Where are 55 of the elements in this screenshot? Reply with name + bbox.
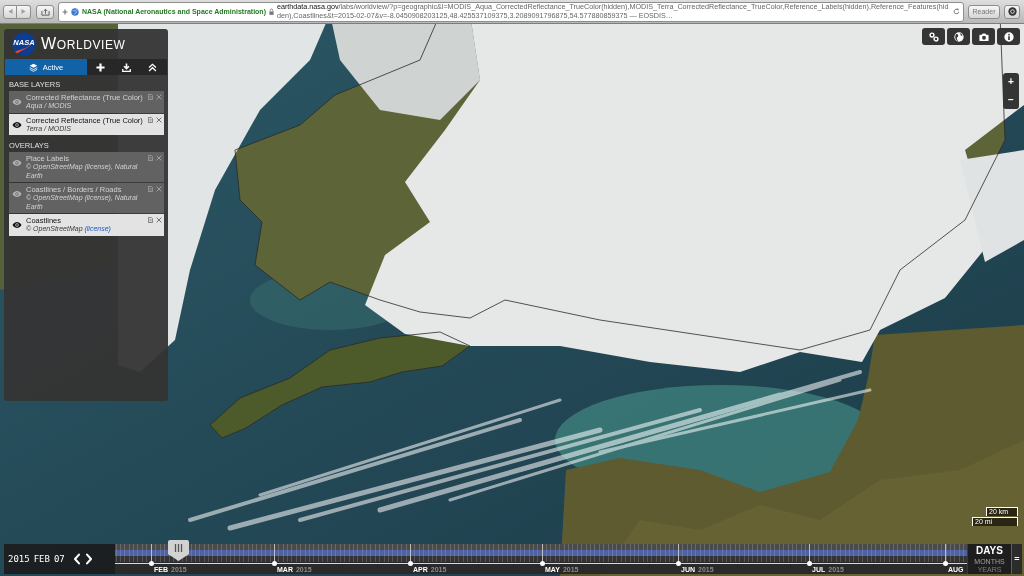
date-field[interactable]: FEB <box>31 552 52 566</box>
link-button[interactable] <box>922 28 945 45</box>
month-marker-icon <box>149 561 154 566</box>
link-icon <box>928 31 939 42</box>
month-marker-icon <box>943 561 948 566</box>
lock-icon <box>268 8 274 15</box>
globe-button[interactable] <box>947 28 970 45</box>
timeline-toggle-button[interactable]: = <box>1012 544 1022 574</box>
close-icon[interactable] <box>156 217 162 223</box>
month-marker-icon <box>272 561 277 566</box>
date-field[interactable]: 07 <box>51 552 67 566</box>
back-arrow-icon <box>7 9 13 14</box>
month-marker-icon <box>676 561 681 566</box>
page-icon[interactable] <box>148 155 153 161</box>
globe-icon <box>953 31 964 42</box>
plus-icon <box>95 62 105 72</box>
chevron-left-icon <box>72 553 81 565</box>
zoom-button[interactable]: + <box>1003 73 1019 91</box>
forward-button[interactable] <box>17 4 31 19</box>
close-icon[interactable] <box>156 116 162 123</box>
zoom-level-option[interactable]: DAYS <box>976 546 1003 556</box>
toolbar-button[interactable] <box>1004 4 1020 19</box>
page-icon[interactable] <box>148 94 153 100</box>
back-button[interactable] <box>3 4 17 19</box>
address-field[interactable] <box>58 1 964 22</box>
share-button[interactable] <box>36 4 54 19</box>
page-icon[interactable] <box>148 217 153 223</box>
close-icon[interactable] <box>156 155 162 161</box>
month-marker-icon <box>807 561 812 566</box>
close-icon[interactable] <box>156 186 162 192</box>
download-icon <box>121 62 131 72</box>
chevron-right-icon <box>84 553 93 565</box>
app-title: WORLDVIEW <box>41 35 126 53</box>
timeline-handle[interactable] <box>167 540 189 561</box>
globe-icon <box>71 7 79 16</box>
refresh-icon[interactable] <box>953 8 960 15</box>
page-icon[interactable] <box>148 186 153 192</box>
date-field[interactable]: 2015 <box>6 552 32 566</box>
circle-icon <box>1007 7 1017 16</box>
share-icon <box>40 7 50 16</box>
camera-icon <box>978 31 989 42</box>
camera-button[interactable] <box>972 28 995 45</box>
layers-icon <box>28 62 38 72</box>
close-icon[interactable] <box>156 94 162 100</box>
eye-icon[interactable] <box>12 222 22 228</box>
chevrons-up-icon <box>147 62 157 72</box>
month-marker-icon <box>408 561 413 566</box>
zoom-button[interactable]: − <box>1003 91 1019 109</box>
eye-icon[interactable] <box>12 121 22 128</box>
info-button[interactable] <box>997 28 1020 45</box>
page-icon[interactable] <box>148 116 153 123</box>
forward-arrow-icon <box>21 9 26 14</box>
info-icon <box>1003 31 1014 42</box>
month-marker-icon <box>540 561 545 566</box>
plus-icon[interactable] <box>62 8 68 15</box>
